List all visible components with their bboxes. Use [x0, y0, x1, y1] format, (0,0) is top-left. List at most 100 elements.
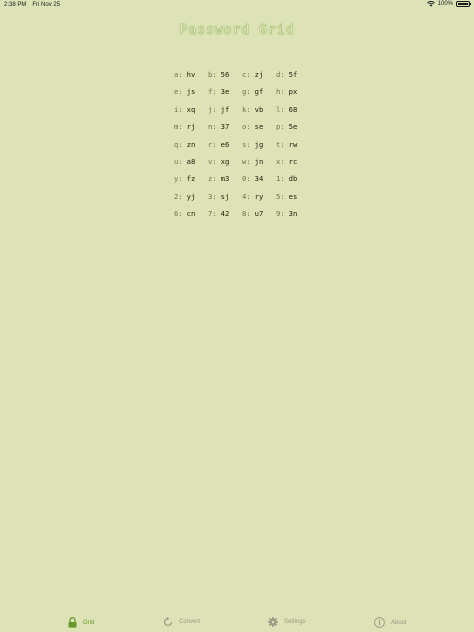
grid-key: m: — [174, 122, 183, 132]
status-right: 100% — [426, 1, 471, 7]
tab-grid[interactable]: Grid — [68, 617, 94, 628]
grid-cell: k: vb — [242, 103, 276, 120]
grid-key: e: — [174, 87, 183, 97]
grid-key: r: — [208, 139, 217, 149]
grid-value: js — [186, 87, 196, 97]
grid-key: j: — [208, 104, 217, 114]
grid-value: fz — [186, 174, 196, 184]
grid-value: 3n — [288, 209, 298, 219]
grid-key: 9: — [276, 209, 285, 219]
grid-cell: g: gf — [242, 85, 276, 102]
grid-value: rw — [288, 139, 298, 149]
grid-key: 6: — [174, 209, 183, 219]
lock-icon — [68, 617, 77, 628]
grid-key: 5: — [276, 191, 285, 201]
grid-value: xg — [220, 156, 230, 166]
grid-cell: 6: cn — [174, 207, 208, 224]
tab-grid-label: Grid — [83, 619, 95, 626]
grid-value: jf — [220, 104, 230, 114]
tab-about[interactable]: About — [374, 617, 407, 628]
grid-value: es — [288, 191, 298, 201]
grid-key: c: — [242, 70, 251, 79]
refresh-icon — [163, 617, 173, 627]
grid-value: px — [288, 87, 298, 97]
grid-cell: 9: 3n — [276, 207, 310, 224]
grid-value: zj — [254, 70, 264, 79]
grid-key: u: — [174, 156, 183, 166]
grid-cell: v: xg — [208, 155, 242, 172]
grid-key: x: — [276, 156, 285, 166]
grid-cell: j: jf — [208, 103, 242, 120]
grid-cell: t: rw — [276, 138, 310, 155]
grid-key: i: — [174, 104, 183, 114]
grid-key: g: — [242, 87, 251, 97]
grid-cell: w: jn — [242, 155, 276, 172]
grid-value: 68 — [288, 104, 298, 114]
wifi-icon — [426, 1, 435, 7]
grid-key: d: — [276, 70, 285, 79]
grid-value: hv — [186, 70, 196, 79]
grid-cell: o: se — [242, 120, 276, 137]
grid-cell: b: 56 — [208, 68, 242, 85]
tab-about-label: About — [391, 619, 407, 626]
grid-cell: 2: yj — [174, 190, 208, 207]
grid-cell: d: 5f — [276, 68, 310, 85]
grid-value: 5f — [288, 70, 298, 79]
grid-value: 34 — [254, 174, 264, 184]
grid-value: zn — [186, 139, 196, 149]
grid-value: jg — [254, 139, 264, 149]
battery-icon — [456, 1, 471, 7]
grid-cell: p: 5e — [276, 120, 310, 137]
grid-cell: c: zj — [242, 68, 276, 85]
grid-key: v: — [208, 156, 217, 166]
grid-key: a: — [174, 70, 183, 79]
grid-cell: q: zn — [174, 138, 208, 155]
grid-key: 4: — [242, 191, 251, 201]
grid-value: ry — [254, 191, 264, 201]
password-grid: a: hv b: 56 c: zj d: 5f e: js f: 3e g: gf h: px i: xq j: jf… — [174, 68, 310, 225]
grid-key: p: — [276, 122, 285, 132]
page-title: Password Grid — [179, 23, 295, 38]
grid-cell: 1: db — [276, 172, 310, 189]
grid-value: u7 — [254, 209, 264, 219]
grid-value: sj — [220, 191, 230, 201]
grid-cell: h: px — [276, 85, 310, 102]
battery-percent: 100% — [437, 1, 453, 7]
grid-key: 1: — [276, 174, 285, 184]
grid-key: q: — [174, 139, 183, 149]
grid-cell: y: fz — [174, 172, 208, 189]
grid-key: s: — [242, 139, 251, 149]
grid-value: xq — [186, 104, 196, 114]
grid-value: 3e — [220, 87, 230, 97]
tab-bar: Grid Convert Settings About — [0, 612, 474, 632]
grid-cell: e: js — [174, 85, 208, 102]
grid-cell: 8: u7 — [242, 207, 276, 224]
grid-key: w: — [242, 156, 251, 166]
grid-value: a8 — [186, 156, 196, 166]
grid-value: m3 — [220, 174, 230, 184]
status-date: Fri Nov 25 — [32, 2, 61, 8]
grid-cell: n: 37 — [208, 120, 242, 137]
grid-value: cn — [186, 209, 196, 219]
tab-convert-label: Convert — [179, 619, 201, 625]
grid-cell: 7: 42 — [208, 207, 242, 224]
grid-cell: 5: es — [276, 190, 310, 207]
tab-convert[interactable]: Convert — [163, 617, 200, 627]
grid-key: k: — [242, 104, 251, 114]
battery-fill — [458, 3, 468, 5]
grid-value: e6 — [220, 139, 230, 149]
grid-key: z: — [208, 174, 217, 184]
status-time: 2:38 PM — [4, 2, 27, 8]
grid-value: 42 — [220, 209, 230, 219]
grid-key: b: — [208, 70, 217, 79]
grid-value: jn — [254, 156, 264, 166]
grid-cell: i: xq — [174, 103, 208, 120]
grid-key: 3: — [208, 191, 217, 201]
grid-cell: 0: 34 — [242, 172, 276, 189]
grid-cell: u: a8 — [174, 155, 208, 172]
tab-settings[interactable]: Settings — [268, 617, 306, 627]
grid-cell: 3: sj — [208, 190, 242, 207]
grid-value: 56 — [220, 70, 230, 79]
grid-key: 7: — [208, 209, 217, 219]
grid-value: rj — [186, 122, 196, 132]
